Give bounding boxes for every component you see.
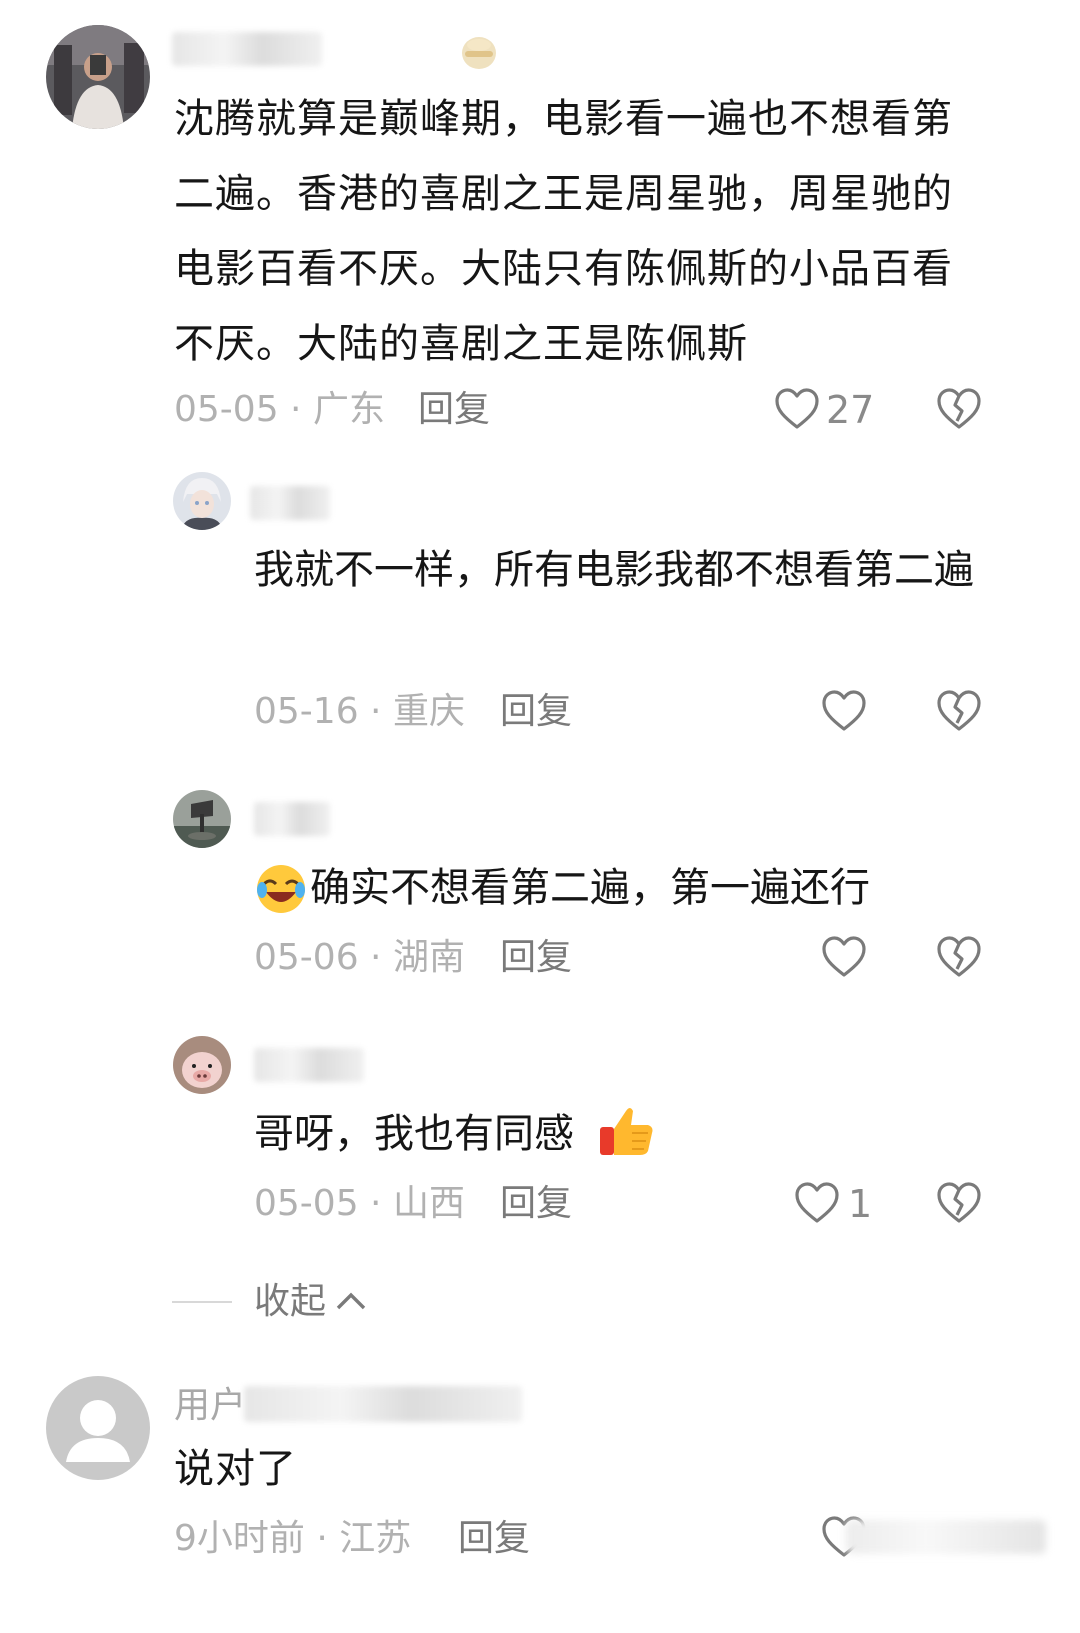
username-blurred	[254, 802, 330, 836]
avatar[interactable]	[173, 790, 231, 848]
username-blurred	[172, 32, 322, 66]
reply-text: 哥呀，我也有同感	[254, 1111, 574, 1157]
reply-text: 确实不想看第二遍，第一遍还行	[310, 865, 870, 911]
heart-icon[interactable]	[821, 689, 867, 733]
reply-button[interactable]: 回复	[418, 388, 490, 432]
username-blurred	[254, 1048, 364, 1082]
chevron-up-icon[interactable]	[334, 1288, 368, 1312]
username-blurred	[250, 486, 330, 520]
reply-button[interactable]: 回复	[500, 1182, 572, 1226]
username: 用户	[174, 1385, 247, 1426]
broken-heart-icon[interactable]	[936, 1181, 982, 1225]
reply-button[interactable]: 回复	[500, 690, 572, 734]
reply-text: 我就不一样，所有电影我都不想看第二遍	[254, 547, 974, 593]
heart-icon[interactable]	[794, 1181, 840, 1225]
like-count: 1	[848, 1182, 873, 1226]
watermark-smear	[846, 1520, 1046, 1554]
collapse-button[interactable]: 收起	[254, 1280, 326, 1324]
collapse-divider	[172, 1301, 232, 1303]
comment-meta: 05-05 · 广东	[174, 389, 385, 430]
comment-meta: 9小时前 · 江苏	[174, 1518, 412, 1559]
broken-heart-icon[interactable]	[936, 387, 982, 431]
heart-icon[interactable]	[821, 935, 867, 979]
broken-heart-icon[interactable]	[936, 689, 982, 733]
broken-heart-icon[interactable]	[936, 935, 982, 979]
thumbs-up-emoji-icon	[598, 1103, 656, 1159]
laughing-emoji-icon	[254, 862, 308, 916]
reply-button[interactable]: 回复	[500, 936, 572, 980]
avatar[interactable]	[46, 25, 150, 129]
reply-button[interactable]: 回复	[458, 1517, 530, 1561]
avatar[interactable]	[173, 1036, 231, 1094]
reply-meta: 05-05 · 山西	[254, 1183, 465, 1224]
like-count: 27	[826, 388, 875, 432]
default-avatar-icon[interactable]	[46, 1376, 150, 1480]
badge-icon	[459, 33, 499, 73]
comment-text: 说对了	[174, 1446, 297, 1492]
username-blurred	[244, 1386, 522, 1422]
reply-meta: 05-06 · 湖南	[254, 937, 465, 978]
heart-icon[interactable]	[774, 387, 820, 431]
avatar[interactable]	[173, 472, 231, 530]
comment-text: 沈腾就算是巅峰期，电影看一遍也不想看第二遍。香港的喜剧之王是周星驰，周星驰的电影…	[174, 96, 953, 367]
reply-meta: 05-16 · 重庆	[254, 691, 465, 732]
